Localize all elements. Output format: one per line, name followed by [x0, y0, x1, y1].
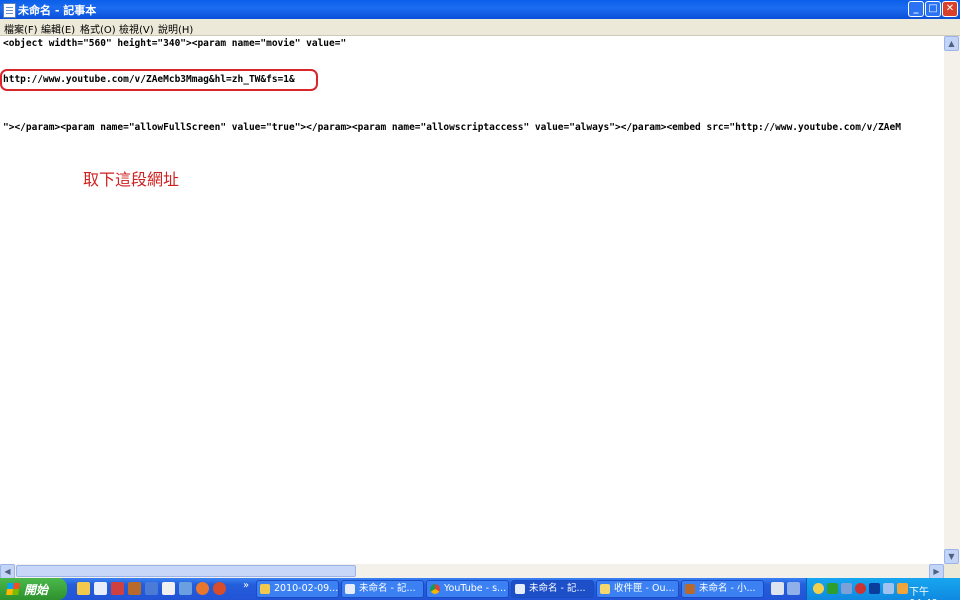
horizontal-scrollbar[interactable]: ◀ ▶: [0, 564, 944, 579]
document-icon[interactable]: [162, 582, 175, 595]
text-line: <object width="560" height="340"><param …: [3, 38, 347, 49]
folder-icon: [260, 584, 270, 594]
notepad-icon: [515, 584, 525, 594]
winamp-icon[interactable]: [128, 582, 141, 595]
menu-format[interactable]: 格式(O): [80, 21, 116, 36]
keyboard-icon[interactable]: [771, 582, 784, 595]
url-highlight-box: [0, 69, 318, 91]
app-icon[interactable]: [145, 582, 158, 595]
menu-bar: 檔案(F) 編輯(E) 格式(O) 檢視(V) 說明(H): [0, 19, 960, 36]
maximize-button[interactable]: □: [925, 1, 941, 17]
tray-icon[interactable]: [813, 583, 824, 594]
scrollbar-corner: [944, 564, 960, 578]
scroll-left-button[interactable]: ◀: [0, 564, 15, 579]
menu-view[interactable]: 檢視(V): [119, 21, 154, 36]
taskbar-button[interactable]: 未命名 - 小...: [681, 580, 764, 598]
firefox-icon[interactable]: [196, 582, 209, 595]
tray-icon[interactable]: [855, 583, 866, 594]
browser-icon[interactable]: [213, 582, 226, 595]
taskbar-button-label: 未命名 - 記...: [359, 583, 416, 594]
network-icon[interactable]: [179, 582, 192, 595]
folder-icon[interactable]: [77, 582, 90, 595]
window-title: 未命名 - 記事本: [18, 4, 97, 17]
taskbar-button[interactable]: 2010-02-09...: [256, 580, 339, 598]
horizontal-scroll-thumb[interactable]: [16, 565, 356, 577]
scroll-up-button[interactable]: ▲: [944, 36, 959, 51]
menu-edit[interactable]: 編輯(E): [41, 21, 75, 36]
chevron-more-icon[interactable]: »: [243, 580, 249, 591]
clock[interactable]: 下午 04:49: [909, 583, 960, 609]
taskbar-button-label: 2010-02-09...: [274, 583, 339, 594]
notepad-icon: [345, 584, 355, 594]
tray-icon[interactable]: [841, 583, 852, 594]
taskbar-button[interactable]: 收件匣 - Ou...: [596, 580, 679, 598]
media-icon[interactable]: [869, 583, 880, 594]
minimize-button[interactable]: _: [908, 1, 924, 17]
vertical-scrollbar[interactable]: ▲ ▼: [944, 36, 960, 564]
menu-help[interactable]: 說明(H): [158, 21, 193, 36]
taskbar-button-active[interactable]: 未命名 - 記...: [511, 580, 594, 598]
scroll-down-button[interactable]: ▼: [944, 549, 959, 564]
notepad-icon: [3, 3, 16, 18]
taskbar-button-label: YouTube - s...: [444, 583, 507, 594]
vc-icon[interactable]: [111, 582, 124, 595]
language-icon[interactable]: [787, 582, 800, 595]
paint-icon: [685, 584, 695, 594]
taskbar: 開始 » 2010-02-09... 未命名 - 記... YouTube - …: [0, 578, 960, 609]
taskbar-button-label: 未命名 - 記...: [529, 583, 586, 594]
network-icon[interactable]: [883, 583, 894, 594]
menu-file[interactable]: 檔案(F): [4, 21, 38, 36]
text-line: "></param><param name="allowFullScreen" …: [3, 122, 901, 133]
windows-logo-icon: [6, 583, 20, 595]
annotation-text: 取下這段網址: [83, 170, 180, 189]
title-bar[interactable]: 未命名 - 記事本 _ □ ✕: [0, 0, 960, 19]
start-button[interactable]: 開始: [0, 578, 67, 600]
taskbar-button[interactable]: 未命名 - 記...: [341, 580, 424, 598]
notepad-icon[interactable]: [94, 582, 107, 595]
text-editor[interactable]: <object width="560" height="340"><param …: [0, 36, 944, 564]
taskbar-button[interactable]: YouTube - s...: [426, 580, 509, 598]
scroll-right-button[interactable]: ▶: [929, 564, 944, 579]
tray-icon[interactable]: [827, 583, 838, 594]
close-button[interactable]: ✕: [942, 1, 958, 17]
outlook-icon: [600, 584, 610, 594]
tray-icon[interactable]: [897, 583, 908, 594]
taskbar-button-label: 未命名 - 小...: [699, 583, 756, 594]
start-label: 開始: [24, 583, 49, 597]
chrome-icon: [430, 584, 440, 594]
taskbar-button-label: 收件匣 - Ou...: [614, 583, 675, 594]
